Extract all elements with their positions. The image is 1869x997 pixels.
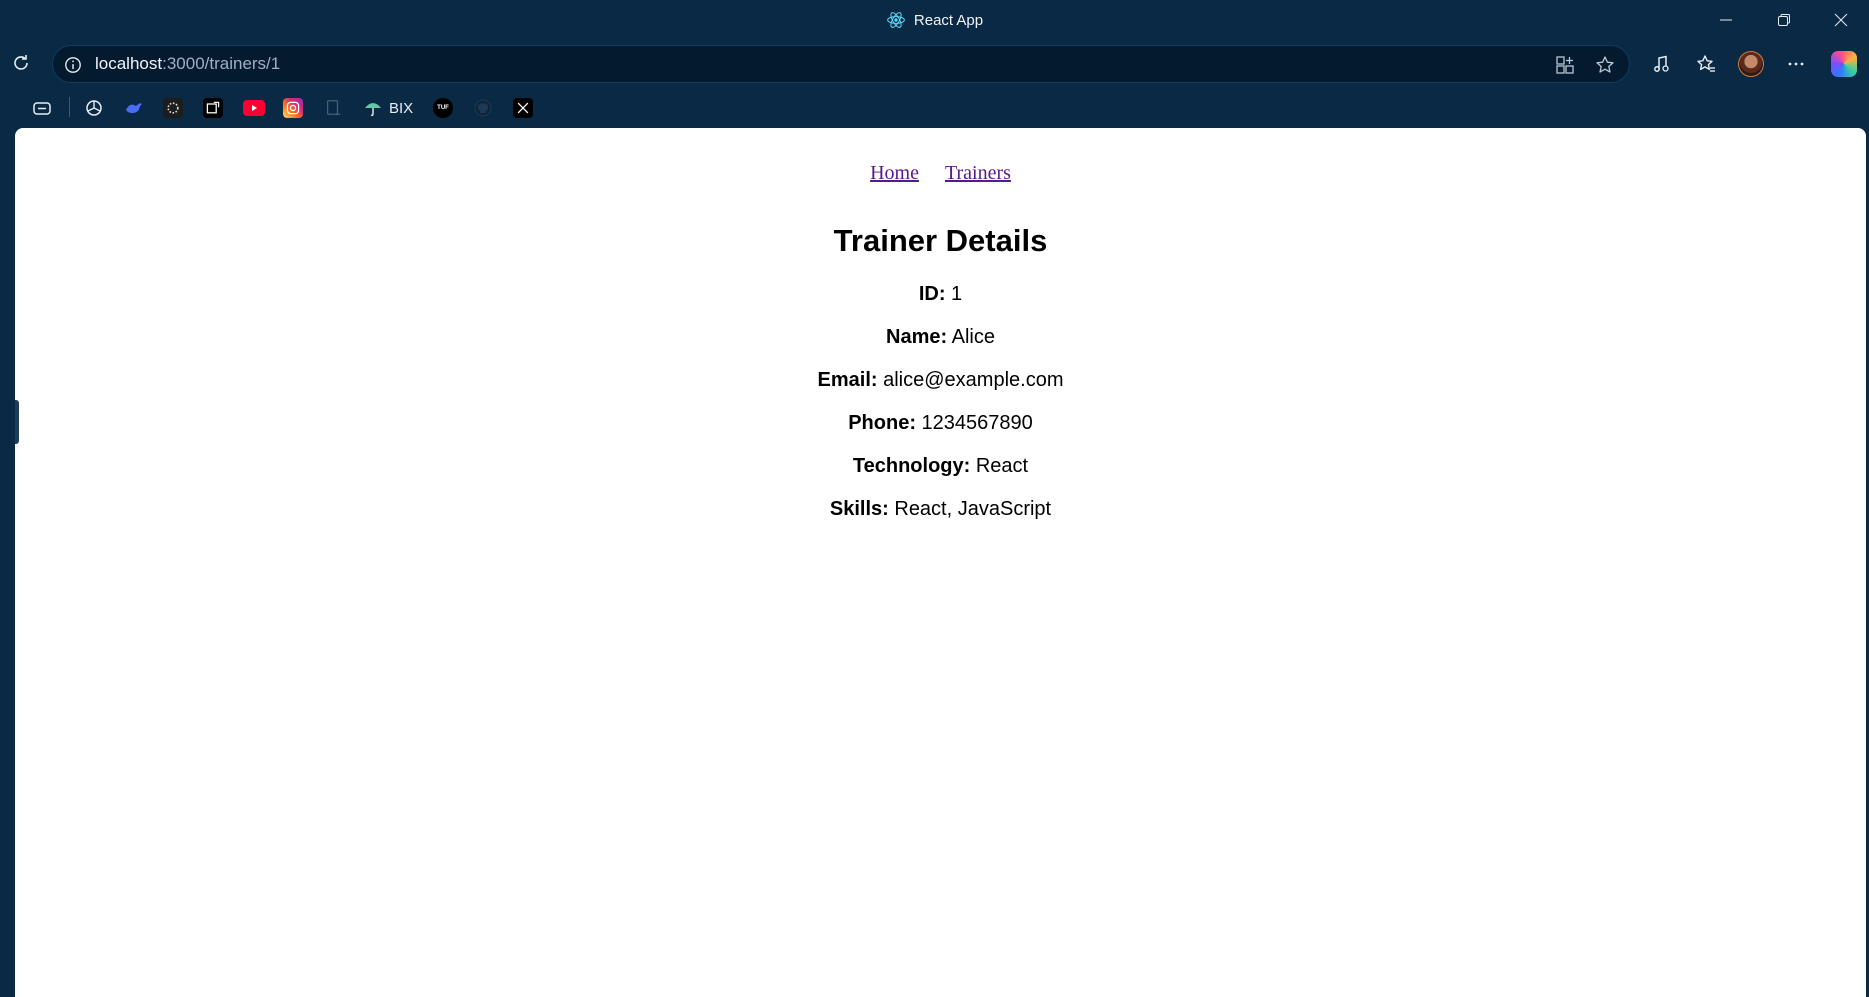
bookmark-github[interactable] bbox=[473, 97, 493, 119]
bookmark-bix-label: BIX bbox=[389, 99, 414, 117]
page-title: Trainer Details bbox=[833, 223, 1048, 258]
x-logo-icon bbox=[513, 98, 533, 118]
copilot-button[interactable] bbox=[1829, 49, 1859, 79]
bookmark-youtube[interactable] bbox=[243, 97, 265, 119]
detail-value: alice@example.com bbox=[877, 369, 1064, 391]
browser-toolbar: localhost:3000/trainers/1 bbox=[0, 40, 1869, 90]
reload-icon bbox=[14, 55, 28, 70]
detail-value: React bbox=[970, 455, 1029, 477]
bookmarks-bar: BIX TUF bbox=[0, 90, 1869, 126]
detail-value: 1234567890 bbox=[915, 412, 1033, 434]
bookmark-instagram[interactable] bbox=[283, 97, 303, 119]
umbrella-icon bbox=[363, 98, 383, 118]
bookmark-x[interactable] bbox=[513, 97, 533, 119]
window-title-text: React App bbox=[913, 11, 984, 29]
favorite-star-icon[interactable] bbox=[1593, 53, 1617, 77]
detail-label: ID: bbox=[918, 283, 946, 305]
detail-skills: Skills: React, JavaScript bbox=[15, 498, 1866, 521]
app-available-icon[interactable] bbox=[1553, 53, 1577, 77]
music-note-icon bbox=[1654, 55, 1669, 72]
chatgpt-icon bbox=[84, 98, 104, 118]
bookmark-7[interactable] bbox=[323, 97, 343, 119]
nav-link-trainers[interactable]: Trainers bbox=[945, 162, 1011, 185]
detail-label: Name: bbox=[886, 326, 948, 348]
window-title: React App bbox=[0, 0, 1869, 40]
document-icon bbox=[323, 98, 343, 118]
github-icon bbox=[473, 98, 493, 118]
detail-label: Email: bbox=[817, 369, 878, 391]
minimize-button[interactable] bbox=[1697, 0, 1755, 40]
detail-label: Phone: bbox=[848, 412, 916, 434]
restore-icon bbox=[1778, 14, 1790, 26]
detail-email: Email: alice@example.com bbox=[15, 369, 1866, 392]
bookmark-tuf[interactable]: TUF bbox=[433, 97, 453, 119]
detail-id: ID: 1 bbox=[15, 283, 1866, 306]
detail-phone: Phone: 1234567890 bbox=[15, 412, 1866, 435]
profile-button[interactable] bbox=[1736, 49, 1766, 79]
detail-value: 1 bbox=[945, 283, 963, 305]
youtube-icon bbox=[243, 100, 265, 116]
main-nav: Home Trainers bbox=[15, 162, 1866, 185]
external-link-icon bbox=[203, 98, 223, 118]
favorites-button[interactable] bbox=[1691, 49, 1721, 79]
bookmark-bix[interactable]: BIX bbox=[363, 97, 413, 119]
bird-icon bbox=[124, 98, 144, 118]
reload-button[interactable] bbox=[6, 48, 36, 78]
page-viewport: Home Trainers Trainer Details ID: 1 Name… bbox=[15, 128, 1866, 997]
favorites-icon bbox=[1697, 55, 1715, 72]
url-host: localhost bbox=[95, 54, 163, 73]
bookmark-2[interactable] bbox=[124, 97, 144, 119]
copilot-icon bbox=[1831, 51, 1857, 77]
minimize-icon bbox=[1720, 19, 1732, 21]
avatar bbox=[1738, 51, 1764, 77]
instagram-icon bbox=[283, 98, 303, 118]
detail-value: React, JavaScript bbox=[888, 498, 1052, 520]
site-info-icon[interactable] bbox=[63, 55, 83, 75]
media-control-button[interactable] bbox=[1646, 49, 1676, 79]
restore-button[interactable] bbox=[1755, 0, 1813, 40]
bookmark-4[interactable] bbox=[203, 97, 223, 119]
url-path: :3000/trainers/1 bbox=[162, 54, 281, 73]
detail-technology: Technology: React bbox=[15, 455, 1866, 478]
detail-label: Technology: bbox=[852, 455, 971, 477]
address-bar[interactable]: localhost:3000/trainers/1 bbox=[52, 45, 1630, 83]
bookmarks-separator bbox=[69, 97, 70, 117]
ellipsis-icon bbox=[1788, 62, 1804, 66]
detail-label: Skills: bbox=[829, 498, 889, 520]
tab-actions-icon bbox=[32, 98, 52, 118]
react-logo-icon bbox=[886, 10, 906, 30]
title-bar: React App bbox=[0, 0, 1869, 40]
url-text[interactable]: localhost:3000/trainers/1 bbox=[95, 46, 280, 82]
detail-value: Alice bbox=[947, 326, 995, 348]
pattern-icon bbox=[163, 98, 183, 118]
bookmark-chatgpt[interactable] bbox=[84, 97, 104, 119]
close-icon bbox=[1834, 13, 1848, 27]
bookmark-tab-actions[interactable] bbox=[32, 97, 52, 119]
nav-link-home[interactable]: Home bbox=[870, 162, 919, 185]
more-options-button[interactable] bbox=[1781, 49, 1811, 79]
close-button[interactable] bbox=[1812, 0, 1869, 40]
bookmark-3[interactable] bbox=[163, 97, 183, 119]
tuf-logo-icon: TUF bbox=[433, 98, 453, 118]
detail-name: Name: Alice bbox=[15, 326, 1866, 349]
